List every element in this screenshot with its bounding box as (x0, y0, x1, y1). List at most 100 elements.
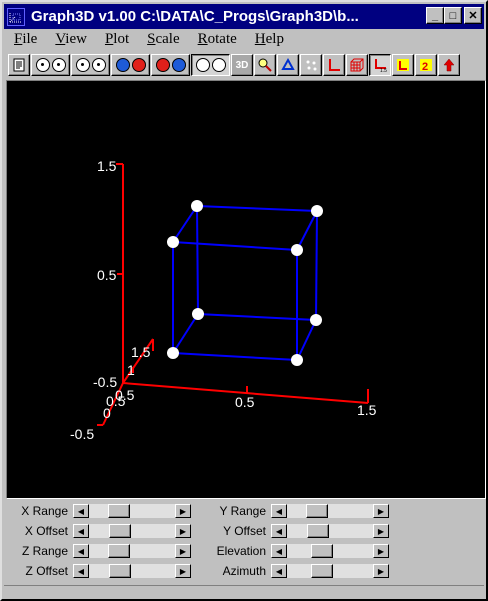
x-offset-label: X Offset (24, 524, 68, 538)
scroll-left-icon[interactable]: ◀ (73, 564, 89, 578)
y-offset-label: Y Offset (223, 524, 266, 538)
z-range-slider[interactable]: ◀ ▶ (72, 543, 192, 559)
slider-thumb[interactable] (109, 564, 132, 578)
hollow-dot-marker-icon (51, 58, 66, 72)
slider-thumb[interactable] (311, 564, 334, 578)
scroll-right-icon[interactable]: ▶ (175, 504, 191, 518)
scroll-right-icon[interactable]: ▶ (175, 544, 191, 558)
up-arrow-icon (443, 58, 455, 72)
control-panel: X Range ◀ ▶ X Offset ◀ ▶ Z Range ◀ ▶ Z O… (4, 502, 484, 584)
zoom-button[interactable] (254, 54, 276, 76)
yellow-2-icon: 2 (420, 59, 432, 73)
magnifier-icon (258, 58, 272, 72)
menu-rotate-label: otate (207, 31, 237, 47)
menu-plot[interactable]: Plot (95, 31, 137, 48)
minimize-button[interactable]: _ (426, 7, 444, 24)
close-icon: ✕ (468, 10, 478, 22)
scroll-left-icon[interactable]: ◀ (271, 504, 287, 518)
menu-view-label: iew (65, 31, 87, 47)
window-title: Graph3D v1.00 C:\DATA\C_Progs\Graph3D\b.… (31, 8, 359, 25)
data-point (291, 244, 303, 256)
open-file-button[interactable] (8, 54, 30, 76)
maximize-button[interactable]: □ (444, 7, 462, 24)
scroll-right-icon[interactable]: ▶ (175, 564, 191, 578)
scroll-right-icon[interactable]: ▶ (373, 564, 389, 578)
triangle-rotate-icon (281, 57, 295, 70)
scroll-right-icon[interactable]: ▶ (373, 504, 389, 518)
rotate-button[interactable] (277, 54, 299, 76)
y-range-label: Y Range (219, 504, 266, 518)
slider-thumb[interactable] (109, 524, 132, 538)
svg-text:1.5: 1.5 (380, 68, 387, 73)
menu-scale[interactable]: Scale (137, 31, 187, 48)
close-button[interactable]: ✕ (464, 7, 482, 24)
y-offset-slider[interactable]: ◀ ▶ (270, 523, 390, 539)
menu-scale-label: cale (155, 31, 180, 47)
menu-help[interactable]: Help (245, 31, 292, 48)
scroll-left-icon[interactable]: ◀ (73, 544, 89, 558)
title-bar[interactable]: Graph3D v1.00 C:\DATA\C_Progs\Graph3D\b.… (4, 4, 484, 29)
z-tick-label: 0.5 (97, 267, 117, 283)
scroll-left-icon[interactable]: ◀ (73, 524, 89, 538)
points-button[interactable] (300, 54, 322, 76)
menu-rotate-mnemonic: R (197, 31, 208, 47)
z-offset-slider[interactable]: ◀ ▶ (72, 563, 192, 579)
axis-labels-button[interactable]: 1.5 (369, 54, 391, 76)
blue-marker-icon (115, 58, 130, 72)
elevation-slider[interactable]: ◀ ▶ (270, 543, 390, 559)
toolbar: 3D 1.5 2 (4, 52, 484, 78)
axes-button[interactable] (323, 54, 345, 76)
z-tick-label: 1.5 (97, 158, 117, 174)
dot-marker-icon (91, 58, 106, 72)
scroll-left-icon[interactable]: ◀ (271, 564, 287, 578)
data-point (191, 200, 203, 212)
dot-markers-button[interactable] (71, 54, 110, 76)
z-offset-label: Z Offset (25, 564, 68, 578)
scroll-left-icon[interactable]: ◀ (271, 524, 287, 538)
slider-thumb[interactable] (311, 544, 334, 558)
app-window: Graph3D v1.00 C:\DATA\C_Progs\Graph3D\b.… (0, 0, 488, 601)
z-range-label: Z Range (21, 544, 68, 558)
y-range-slider[interactable]: ◀ ▶ (270, 503, 390, 519)
elevation-label: Elevation (216, 544, 266, 558)
azimuth-slider[interactable]: ◀ ▶ (270, 563, 390, 579)
scroll-right-icon[interactable]: ▶ (373, 524, 389, 538)
yellow-2-button[interactable]: 2 (415, 54, 437, 76)
slider-thumb[interactable] (108, 504, 131, 518)
slider-thumb[interactable] (306, 504, 329, 518)
menu-help-label: elp (265, 31, 284, 47)
scroll-right-icon[interactable]: ▶ (175, 524, 191, 538)
app-icon[interactable] (7, 7, 25, 26)
slider-thumb[interactable] (108, 544, 131, 558)
white-markers-button[interactable] (191, 54, 230, 76)
white-marker-icon (195, 58, 210, 72)
x-range-label: X Range (21, 504, 68, 518)
menu-view[interactable]: View (45, 31, 95, 48)
3d-view-button[interactable]: 3D (231, 54, 253, 76)
svg-text:2: 2 (422, 61, 428, 73)
scroll-right-icon[interactable]: ▶ (373, 544, 389, 558)
points-icon (306, 60, 317, 71)
3d-label: 3D (235, 59, 249, 71)
hollow-dot-marker-icon (35, 58, 50, 72)
menu-file[interactable]: File (4, 31, 45, 48)
scroll-left-icon[interactable]: ◀ (73, 504, 89, 518)
document-icon (13, 58, 25, 72)
slider-thumb[interactable] (307, 524, 330, 538)
blue-red-markers-button[interactable] (111, 54, 150, 76)
x-range-slider[interactable]: ◀ ▶ (72, 503, 192, 519)
x-tick-label: 1.5 (357, 402, 377, 418)
yellow-l-button[interactable] (392, 54, 414, 76)
plot-canvas[interactable]: 1.5 0.5 0.5 1.5 1.5 1 -0.5 0.5 0.5 0 -0.… (6, 80, 486, 499)
menu-plot-label: lot (113, 31, 130, 47)
up-arrow-button[interactable] (438, 54, 460, 76)
grid-button[interactable] (346, 54, 368, 76)
menu-rotate[interactable]: Rotate (188, 31, 245, 48)
red-blue-markers-button[interactable] (151, 54, 190, 76)
menu-file-label: ile (22, 31, 38, 47)
hollow-dot-markers-button[interactable] (31, 54, 70, 76)
azimuth-label: Azimuth (222, 564, 266, 578)
scroll-left-icon[interactable]: ◀ (271, 544, 287, 558)
x-offset-slider[interactable]: ◀ ▶ (72, 523, 192, 539)
data-point (167, 347, 179, 359)
